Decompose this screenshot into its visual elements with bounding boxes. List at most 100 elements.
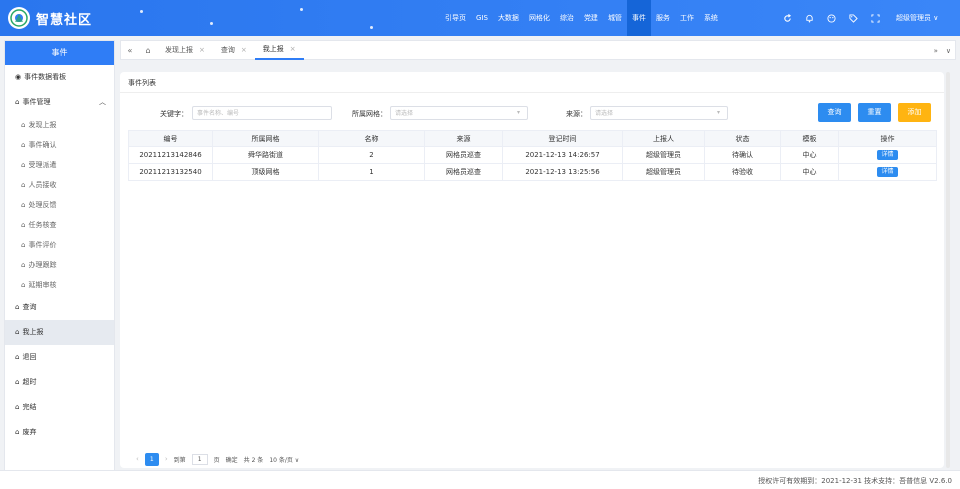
sidebar-item-discarded[interactable]: ⌂ 废弃 bbox=[5, 420, 114, 445]
nav-governance[interactable]: 综治 bbox=[555, 0, 579, 36]
nav-bigdata[interactable]: 大数据 bbox=[493, 0, 524, 36]
home-icon: ⌂ bbox=[21, 281, 26, 289]
nav-guide[interactable]: 引导页 bbox=[440, 0, 471, 36]
page-number[interactable]: 1 bbox=[144, 452, 159, 466]
sidebar-item-label: 废弃 bbox=[22, 428, 37, 436]
column-header[interactable]: 操作 bbox=[838, 130, 937, 147]
top-header: 智慧社区 引导页 GIS 大数据 网格化 综治 党建 城管 事件 服务 工作 系… bbox=[0, 0, 960, 36]
double-chevron-right-icon[interactable]: » bbox=[934, 47, 938, 55]
cell-time: 2021-12-13 13:25:56 bbox=[502, 163, 623, 181]
palette-icon[interactable] bbox=[824, 11, 838, 25]
add-button[interactable]: 添加 bbox=[898, 103, 931, 122]
sidebar-item-my-report[interactable]: ⌂ 我上报 bbox=[5, 320, 114, 345]
divider bbox=[120, 92, 944, 93]
chevron-up-icon: ︿ bbox=[99, 98, 106, 106]
decoration bbox=[300, 8, 303, 11]
sidebar-item-confirm[interactable]: ⌂ 事件确认 bbox=[5, 135, 114, 155]
detail-button[interactable]: 详情 bbox=[877, 150, 898, 160]
close-icon[interactable]: × bbox=[290, 39, 296, 59]
home-icon: ⌂ bbox=[15, 428, 20, 436]
home-icon: ⌂ bbox=[15, 353, 20, 361]
tab-query[interactable]: 查询 × bbox=[213, 40, 255, 60]
close-icon[interactable]: × bbox=[199, 40, 205, 60]
nav-urban[interactable]: 城管 bbox=[603, 0, 627, 36]
sidebar-group-manage[interactable]: ⌂ 事件管理 ︿ bbox=[5, 90, 114, 115]
footer: 授权许可有效期到：2021-12-31 技术支持：吾普信息 V2.6.0 bbox=[0, 470, 960, 489]
sidebar-item-label: 我上报 bbox=[22, 328, 44, 336]
home-icon: ⌂ bbox=[15, 328, 20, 336]
sidebar-item-timeout[interactable]: ⌂ 超时 bbox=[5, 370, 114, 395]
user-menu[interactable]: 超级管理员 ∨ bbox=[896, 0, 938, 36]
sidebar-item-discover[interactable]: ⌂ 发现上报 bbox=[5, 115, 114, 135]
detail-button[interactable]: 详情 bbox=[877, 167, 898, 177]
column-header[interactable]: 编号 bbox=[128, 130, 213, 147]
decoration bbox=[210, 22, 213, 25]
event-table: 编号 所属网格 名称 来源 登记时间 上报人 状态 模板 操作 20211213… bbox=[128, 130, 937, 181]
sidebar-item-query[interactable]: ⌂ 查询 bbox=[5, 295, 114, 320]
nav-party[interactable]: 党建 bbox=[579, 0, 603, 36]
sidebar-item-dashboard[interactable]: ◉ 事件数据看板 bbox=[5, 65, 114, 90]
sidebar-title: 事件 bbox=[5, 41, 114, 65]
chevron-right-icon[interactable]: › bbox=[165, 455, 168, 463]
tab-my-report[interactable]: 我上报 × bbox=[254, 39, 304, 60]
sidebar-item-label: 发现上报 bbox=[28, 121, 57, 129]
sidebar-item-label: 任务核查 bbox=[28, 221, 57, 229]
chevron-down-icon[interactable]: ∨ bbox=[946, 47, 951, 55]
table-row[interactable]: 20211213142846 舜华路街道 2 网格员巡查 2021-12-13 … bbox=[128, 146, 937, 164]
tab-tools: » ∨ bbox=[934, 41, 951, 61]
sidebar-item-track[interactable]: ⌂ 办理跟踪 bbox=[5, 255, 114, 275]
grid-label: 所属网格： bbox=[352, 110, 387, 118]
reset-button[interactable]: 重置 bbox=[858, 103, 891, 122]
fullscreen-icon[interactable] bbox=[868, 11, 882, 25]
home-icon[interactable]: ⌂ bbox=[139, 40, 157, 60]
nav-event[interactable]: 事件 bbox=[626, 0, 651, 36]
column-header[interactable]: 来源 bbox=[424, 130, 503, 147]
nav-gis[interactable]: GIS bbox=[471, 0, 493, 36]
home-icon: ⌂ bbox=[15, 98, 20, 106]
column-header[interactable]: 名称 bbox=[318, 130, 425, 147]
app-logo[interactable]: 智慧社区 bbox=[8, 7, 92, 29]
sidebar-item-receive[interactable]: ⌂ 人员接收 bbox=[5, 175, 114, 195]
nav-grid[interactable]: 网格化 bbox=[524, 0, 555, 36]
column-header[interactable]: 状态 bbox=[704, 130, 781, 147]
nav-work[interactable]: 工作 bbox=[675, 0, 699, 36]
cell-reporter: 超级管理员 bbox=[622, 146, 705, 164]
nav-system[interactable]: 系统 bbox=[699, 0, 723, 36]
sidebar-item-dispatch[interactable]: ⌂ 受理派遣 bbox=[5, 155, 114, 175]
refresh-icon[interactable] bbox=[780, 11, 794, 25]
footer-text: 授权许可有效期到：2021-12-31 技术支持：吾普信息 V2.6.0 bbox=[758, 477, 952, 485]
page-size-select[interactable]: 10 条/页 ∨ bbox=[269, 455, 299, 464]
close-icon[interactable]: × bbox=[241, 40, 247, 60]
cell-id: 20211213132540 bbox=[128, 163, 213, 181]
sidebar-item-returned[interactable]: ⌂ 退回 bbox=[5, 345, 114, 370]
scrollbar[interactable] bbox=[946, 72, 950, 468]
sidebar-item-evaluate[interactable]: ⌂ 事件评价 bbox=[5, 235, 114, 255]
tab-discover[interactable]: 发现上报 × bbox=[157, 40, 213, 60]
grid-select[interactable] bbox=[390, 106, 528, 120]
column-header[interactable]: 上报人 bbox=[622, 130, 705, 147]
home-icon: ⌂ bbox=[15, 303, 20, 311]
query-button[interactable]: 查询 bbox=[818, 103, 851, 122]
sidebar-item-feedback[interactable]: ⌂ 处理反馈 bbox=[5, 195, 114, 215]
sidebar-item-finished[interactable]: ⌂ 完结 bbox=[5, 395, 114, 420]
column-header[interactable]: 登记时间 bbox=[502, 130, 623, 147]
cell-grid: 顶级网格 bbox=[212, 163, 319, 181]
sidebar-item-verify[interactable]: ⌂ 任务核查 bbox=[5, 215, 114, 235]
goto-page-input[interactable]: 1 bbox=[191, 453, 208, 465]
tab-label: 我上报 bbox=[262, 45, 284, 53]
source-select[interactable] bbox=[590, 106, 728, 120]
tag-icon[interactable] bbox=[846, 11, 860, 25]
keyword-input[interactable] bbox=[192, 106, 332, 120]
sidebar: 事件 ◉ 事件数据看板 ⌂ 事件管理 ︿ ⌂ 发现上报 ⌂ 事件确认 ⌂ 受理派遣 ⌂… bbox=[4, 40, 115, 480]
sidebar-item-extension[interactable]: ⌂ 延期审核 bbox=[5, 275, 114, 295]
goto-confirm-button[interactable]: 确定 bbox=[226, 455, 238, 464]
column-header[interactable]: 所属网格 bbox=[212, 130, 319, 147]
nav-service[interactable]: 服务 bbox=[651, 0, 675, 36]
decoration bbox=[140, 10, 143, 13]
chevron-left-icon[interactable]: ‹ bbox=[136, 455, 139, 463]
double-chevron-left-icon[interactable]: « bbox=[121, 40, 139, 60]
table-row[interactable]: 20211213132540 顶级网格 1 网格员巡查 2021-12-13 1… bbox=[128, 163, 937, 181]
column-header[interactable]: 模板 bbox=[780, 130, 839, 147]
bell-icon[interactable] bbox=[802, 11, 816, 25]
panel-title: 事件列表 bbox=[128, 79, 156, 87]
